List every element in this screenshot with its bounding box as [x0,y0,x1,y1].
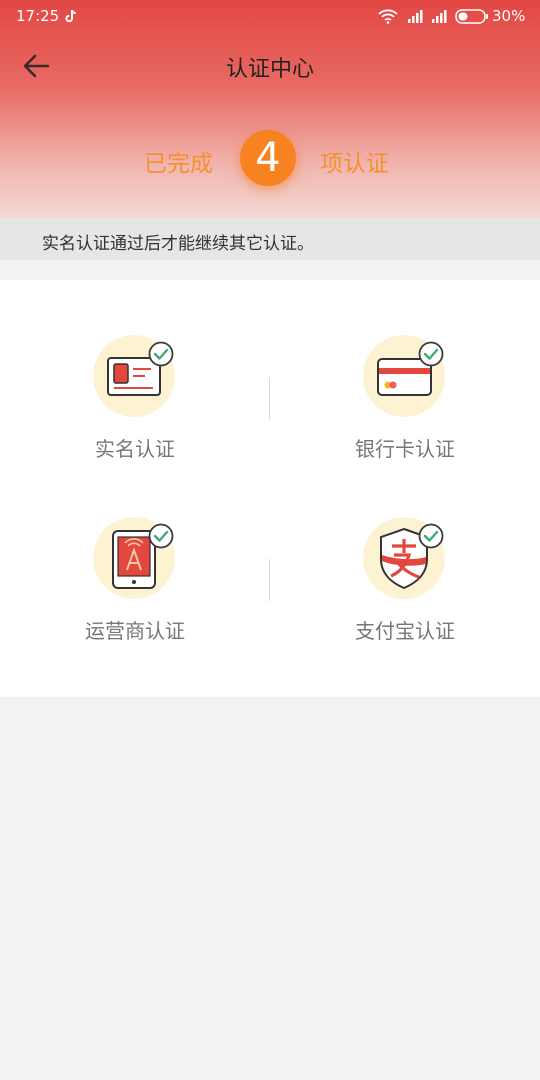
completed-count: 4 [255,135,281,181]
verification-item-carrier[interactable]: 运营商认证 [0,462,270,643]
verification-item-real-name[interactable]: 实名认证 [0,280,270,461]
status-time: 17:25 [16,7,60,25]
wifi-icon [378,9,398,24]
battery-icon [455,9,488,24]
item-icon-background [363,517,445,599]
item-icon-background [93,517,175,599]
verification-grid: 实名认证 银行卡认证 运营商认证 支付宝认证 [0,280,540,697]
page-title: 认证中心 [225,57,314,82]
check-icon [148,341,174,367]
notice-banner: 实名认证通过后才能继续其它认证。 [0,218,540,260]
status-bar: 17:25 30% [0,0,540,34]
item-label: 实名认证 [95,437,175,461]
completion-summary: 已完成 4 项认证 [0,128,540,190]
count-badge: 4 [240,130,296,186]
item-label: 支付宝认证 [355,619,455,643]
signal-icon [408,10,423,23]
nav-bar: 认证中心 [0,34,540,98]
item-icon-background [363,335,445,417]
verification-item-bank-card[interactable]: 银行卡认证 [270,280,540,461]
summary-suffix: 项认证 [320,151,389,177]
item-icon-background [93,335,175,417]
check-icon [148,523,174,549]
item-label: 银行卡认证 [355,437,455,461]
signal-icon [432,10,447,23]
notice-text: 实名认证通过后才能继续其它认证。 [42,234,314,254]
summary-prefix: 已完成 [144,151,213,177]
battery-percentage: 30% [492,7,526,25]
verification-item-alipay[interactable]: 支付宝认证 [270,462,540,643]
tiktok-icon [65,9,76,23]
item-label: 运营商认证 [85,619,185,643]
check-icon [418,523,444,549]
check-icon [418,341,444,367]
